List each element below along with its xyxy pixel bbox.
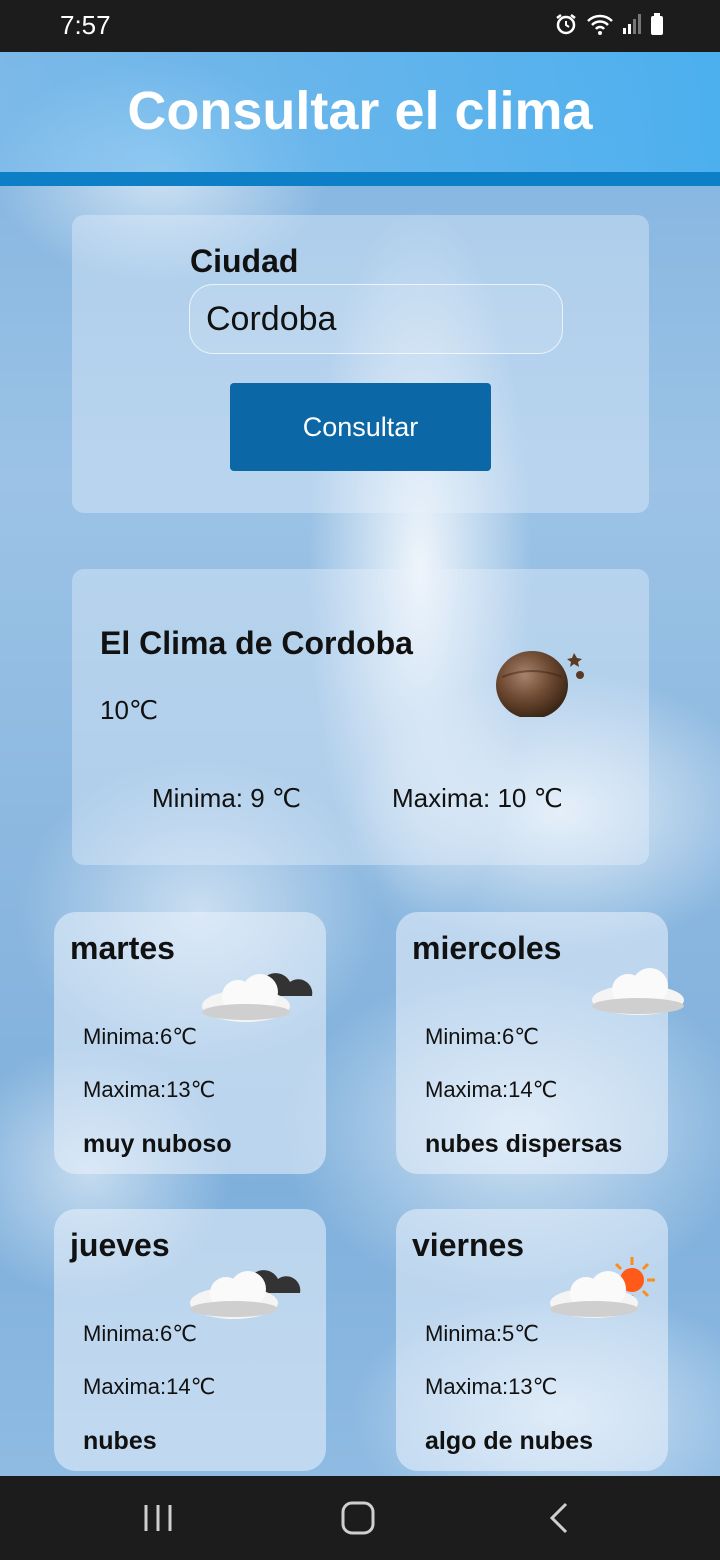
header-divider [0, 172, 720, 186]
app-header: Consultar el clima [0, 52, 720, 172]
forecast-description: nubes dispersas [425, 1130, 623, 1158]
wifi-icon [587, 14, 613, 35]
forecast-card: viernes Minima:5℃ Maxima:13℃ algo de nub… [396, 1209, 668, 1471]
forecast-day: miercoles [412, 930, 562, 966]
forecast-day: martes [70, 930, 175, 966]
night-moon-icon [496, 651, 584, 717]
signal-icon [623, 14, 641, 34]
cloud-icon [592, 968, 684, 1015]
forecast-card: miercoles Minima:6℃ Maxima:14℃ nubes dis… [396, 912, 684, 1174]
forecast-description: algo de nubes [425, 1427, 594, 1455]
status-bar: 7:57 [0, 0, 720, 52]
forecast-max: Maxima:14℃ [83, 1374, 216, 1399]
broken-clouds-icon [202, 973, 313, 1022]
consult-button[interactable]: Consultar [230, 383, 491, 471]
forecast-card: martes Minima:6℃ Maxima:13℃ muy nuboso [54, 912, 326, 1174]
current-weather-panel: El Clima de Cordoba 10℃ Minima: 9 ℃ Maxi… [72, 569, 649, 865]
status-time: 7:57 [60, 10, 111, 40]
forecast-max: Maxima:14℃ [425, 1077, 558, 1102]
alarm-icon [556, 14, 576, 35]
forecast-day: jueves [70, 1227, 170, 1263]
broken-clouds-icon [190, 1270, 301, 1319]
back-icon[interactable] [542, 1500, 578, 1536]
city-input[interactable] [189, 284, 563, 354]
current-max-temp: Maxima: 10 ℃ [392, 783, 563, 813]
forecast-max: Maxima:13℃ [83, 1077, 216, 1102]
forecast-description: nubes [83, 1427, 157, 1455]
search-panel: Ciudad Consultar [72, 215, 649, 513]
forecast-min: Minima:6℃ [83, 1024, 197, 1049]
current-temperature: 10℃ [100, 695, 159, 725]
navigation-bar [0, 1476, 720, 1560]
status-icons [554, 12, 664, 36]
home-icon[interactable] [338, 1500, 378, 1536]
forecast-max: Maxima:13℃ [425, 1374, 558, 1399]
current-min-temp: Minima: 9 ℃ [152, 783, 302, 813]
current-weather-title: El Clima de Cordoba [100, 625, 413, 661]
sun-cloud-icon [550, 1257, 655, 1318]
forecast-min: Minima:5℃ [425, 1321, 539, 1346]
forecast-description: muy nuboso [83, 1130, 232, 1158]
forecast-day: viernes [412, 1227, 525, 1263]
recent-apps-icon[interactable] [138, 1500, 178, 1536]
battery-icon [651, 13, 663, 35]
forecast-min: Minima:6℃ [425, 1024, 539, 1049]
forecast-min: Minima:6℃ [83, 1321, 197, 1346]
forecast-card: jueves Minima:6℃ Maxima:14℃ nubes [54, 1209, 326, 1471]
city-label: Ciudad [190, 243, 299, 279]
page-title: Consultar el clima [127, 81, 593, 141]
